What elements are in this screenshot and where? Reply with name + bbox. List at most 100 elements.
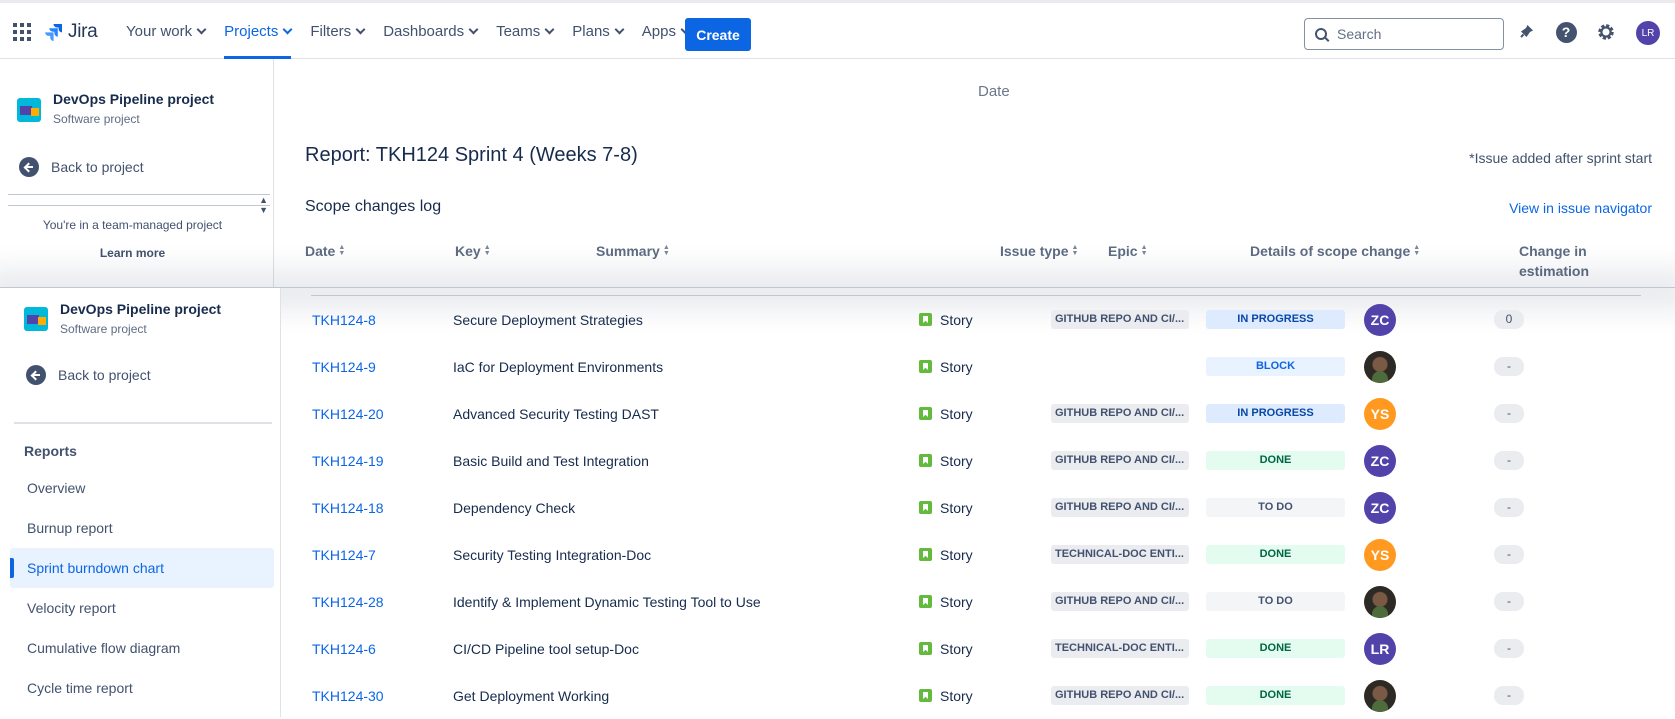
epic-lozenge[interactable]: GITHUB REPO AND CI/...	[1051, 592, 1189, 611]
assignee-avatar[interactable]: ZC	[1364, 303, 1396, 336]
table-row[interactable]: TKH124-20 Advanced Security Testing DAST…	[281, 390, 1675, 437]
assignee-cell: ZC	[1364, 437, 1396, 484]
epic-lozenge[interactable]: TECHNICAL-DOC ENTI...	[1051, 639, 1189, 658]
estimation-cell: -	[1494, 531, 1524, 578]
column-header-date[interactable]: Date ▲ ▼	[305, 243, 345, 259]
nav-dashboards[interactable]: Dashboards	[383, 3, 479, 59]
sidebar-item-cumulative-flow-diagram[interactable]: Cumulative flow diagram	[10, 628, 274, 668]
issue-key-link[interactable]: TKH124-7	[312, 531, 376, 578]
nav-projects[interactable]: Projects	[224, 3, 293, 59]
column-label-line1: Change in	[1519, 243, 1587, 259]
issue-key-link[interactable]: TKH124-19	[312, 437, 384, 484]
assignee-cell: ZC	[1364, 296, 1396, 343]
issue-key-link[interactable]: TKH124-6	[312, 625, 376, 672]
table-row[interactable]: TKH124-18 Dependency Check Story GITHUB …	[281, 484, 1675, 531]
assignee-photo-avatar[interactable]	[1364, 350, 1396, 383]
lower-sidebar: DevOps Pipeline project Software project…	[0, 288, 281, 717]
sprint-note: *Issue added after sprint start	[1469, 150, 1652, 166]
assignee-photo-avatar[interactable]	[1364, 585, 1396, 618]
issue-key-link[interactable]: TKH124-9	[312, 343, 376, 390]
nav-plans[interactable]: Plans	[572, 3, 625, 59]
sidebar-item-overview[interactable]: Overview	[10, 468, 274, 508]
view-in-issue-navigator-link[interactable]: View in issue navigator	[1509, 200, 1652, 216]
section-title: Scope changes log	[305, 198, 442, 215]
sort-icon: ▲ ▼	[483, 244, 491, 257]
horizontal-scrollbar[interactable]: ▲ ▼	[8, 194, 270, 215]
status-cell: BLOCK	[1206, 343, 1345, 390]
primary-nav: Your work Projects Filters Dashboards Te…	[126, 3, 708, 59]
column-header-details[interactable]: Details of scope change ▲ ▼	[1250, 243, 1420, 259]
sidebar-divider	[14, 422, 272, 424]
app-switcher-icon[interactable]	[13, 23, 31, 41]
status-badge: TO DO	[1206, 498, 1345, 517]
issue-key-link[interactable]: TKH124-18	[312, 484, 384, 531]
assignee-cell: YS	[1364, 531, 1396, 578]
nav-apps[interactable]: Apps	[642, 3, 691, 59]
arrow-left-circle-icon	[26, 365, 46, 385]
back-to-project-link[interactable]: Back to project	[26, 365, 151, 385]
epic-lozenge[interactable]: GITHUB REPO AND CI/...	[1051, 686, 1189, 705]
assignee-avatar[interactable]: ZC	[1364, 491, 1396, 524]
table-row[interactable]: TKH124-6 CI/CD Pipeline tool setup-Doc S…	[281, 625, 1675, 672]
assignee-avatar[interactable]: LR	[1364, 632, 1396, 665]
chevron-down-icon	[355, 24, 366, 34]
table-row[interactable]: TKH124-19 Basic Build and Test Integrati…	[281, 437, 1675, 484]
assignee-avatar[interactable]: YS	[1364, 538, 1396, 571]
table-row[interactable]: TKH124-28 Identify & Implement Dynamic T…	[281, 578, 1675, 625]
epic-lozenge[interactable]: GITHUB REPO AND CI/...	[1051, 451, 1189, 470]
search-input[interactable]	[1335, 25, 1485, 43]
create-button[interactable]: Create	[685, 18, 751, 51]
estimation-badge: -	[1494, 686, 1524, 705]
assignee-avatar[interactable]: ZC	[1364, 444, 1396, 477]
settings-gear-icon[interactable]	[1595, 21, 1617, 43]
table-row[interactable]: TKH124-30 Get Deployment Working Story G…	[281, 672, 1675, 719]
epic-lozenge[interactable]: GITHUB REPO AND CI/...	[1051, 404, 1189, 423]
assignee-avatar[interactable]: YS	[1364, 397, 1396, 430]
nav-your-work[interactable]: Your work	[126, 3, 207, 59]
sidebar-item-burnup-report[interactable]: Burnup report	[10, 508, 274, 548]
project-name[interactable]: DevOps Pipeline project	[53, 91, 214, 107]
column-header-summary[interactable]: Summary ▲ ▼	[596, 243, 670, 259]
jira-logo[interactable]: Jira	[44, 21, 98, 43]
sidebar-item-sprint-burndown-chart[interactable]: Sprint burndown chart	[10, 548, 274, 588]
column-header-change-estimation[interactable]: Change in estimation	[1519, 241, 1589, 281]
issue-type: Story	[919, 343, 973, 390]
help-icon[interactable]: ?	[1555, 21, 1577, 43]
issue-key-link[interactable]: TKH124-8	[312, 296, 376, 343]
estimation-badge: -	[1494, 592, 1524, 611]
column-header-epic[interactable]: Epic ▲ ▼	[1108, 243, 1148, 259]
column-label: Issue type	[1000, 243, 1069, 259]
issue-key-link[interactable]: TKH124-20	[312, 390, 384, 437]
learn-more-link[interactable]: Learn more	[0, 246, 265, 260]
story-icon	[919, 313, 932, 326]
table-row[interactable]: TKH124-7 Security Testing Integration-Do…	[281, 531, 1675, 578]
team-managed-note: You're in a team-managed project	[42, 218, 223, 232]
arrow-left-circle-icon	[19, 157, 39, 177]
back-to-project-link[interactable]: Back to project	[19, 157, 144, 177]
nav-label: Dashboards	[383, 22, 465, 40]
issue-key-link[interactable]: TKH124-30	[312, 672, 384, 719]
column-header-key[interactable]: Key ▲ ▼	[455, 243, 491, 259]
sidebar-item-cycle-time-report[interactable]: Cycle time report	[10, 668, 274, 708]
search-box[interactable]	[1304, 18, 1504, 50]
issue-summary: Dependency Check	[453, 499, 576, 516]
user-avatar[interactable]: LR	[1636, 21, 1660, 45]
sidebar-item-velocity-report[interactable]: Velocity report	[10, 588, 274, 628]
issue-summary: Identify & Implement Dynamic Testing Too…	[453, 593, 761, 610]
issue-type: Story	[919, 672, 973, 719]
epic-lozenge[interactable]: GITHUB REPO AND CI/...	[1051, 310, 1189, 329]
nav-filters[interactable]: Filters	[310, 3, 366, 59]
epic-lozenge[interactable]: TECHNICAL-DOC ENTI...	[1051, 545, 1189, 564]
nav-teams[interactable]: Teams	[496, 3, 555, 59]
issue-type-label: Story	[940, 311, 973, 328]
project-name[interactable]: DevOps Pipeline project	[60, 301, 221, 317]
column-header-issue-type[interactable]: Issue type ▲ ▼	[1000, 243, 1078, 259]
story-icon	[919, 548, 932, 561]
epic-lozenge[interactable]: GITHUB REPO AND CI/...	[1051, 498, 1189, 517]
issue-key-link[interactable]: TKH124-28	[312, 578, 384, 625]
assignee-photo-avatar[interactable]	[1364, 679, 1396, 712]
table-row[interactable]: TKH124-9 IaC for Deployment Environments…	[281, 343, 1675, 390]
table-row[interactable]: TKH124-8 Secure Deployment Strategies St…	[281, 296, 1675, 343]
back-label: Back to project	[51, 159, 144, 175]
notifications-icon[interactable]	[1515, 21, 1537, 43]
